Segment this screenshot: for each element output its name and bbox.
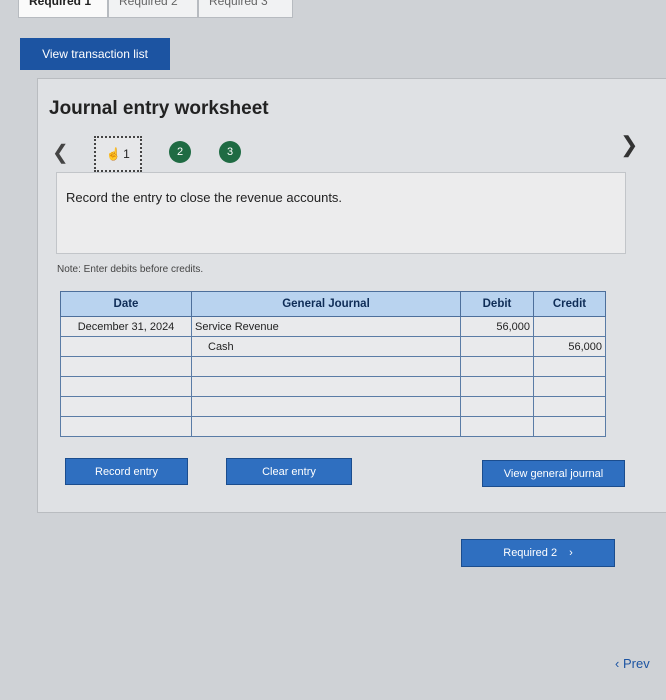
table-row <box>60 376 606 397</box>
table-row: Cash 56,000 <box>60 336 606 357</box>
view-transaction-list-button[interactable]: View transaction list <box>20 38 170 70</box>
tab-label: Required 2 <box>119 0 178 8</box>
debit-header: Debit <box>460 291 534 317</box>
date-cell[interactable]: December 31, 2024 <box>60 316 192 337</box>
credit-cell[interactable] <box>533 416 606 437</box>
credit-cell[interactable] <box>533 316 606 337</box>
account-cell[interactable]: Cash <box>191 336 461 357</box>
chevron-left-icon[interactable]: ❮ <box>52 140 69 165</box>
account-cell[interactable] <box>191 416 461 437</box>
table-row <box>60 396 606 417</box>
debit-cell[interactable] <box>460 376 534 397</box>
debit-cell[interactable] <box>460 336 534 357</box>
hand-cursor-icon: ☝ <box>106 147 122 161</box>
tab-required-1[interactable]: Required 1 <box>18 0 108 18</box>
credit-header: Credit <box>533 291 606 317</box>
tab-bar: Required 1 Required 2 Required 3 <box>0 0 666 20</box>
chevron-left-icon: ‹ <box>615 656 620 671</box>
table-row <box>60 356 606 377</box>
clear-entry-button[interactable]: Clear entry <box>226 458 352 485</box>
tab-label: Required 1 <box>29 0 92 8</box>
credit-cell[interactable] <box>533 356 606 377</box>
table-header-row: Date General Journal Debit Credit <box>60 291 606 317</box>
debit-cell[interactable]: 56,000 <box>460 316 534 337</box>
debit-cell[interactable] <box>460 416 534 437</box>
tab-label: Required 3 <box>209 0 268 8</box>
entry-description: Record the entry to close the revenue ac… <box>66 190 343 205</box>
chevron-right-icon: › <box>569 547 573 559</box>
account-cell[interactable] <box>191 356 461 377</box>
required-2-button[interactable]: Required 2 › <box>461 539 615 567</box>
credit-cell[interactable] <box>533 376 606 397</box>
worksheet-title: Journal entry worksheet <box>49 98 269 119</box>
credit-cell[interactable] <box>533 396 606 417</box>
record-entry-button[interactable]: Record entry <box>65 458 188 485</box>
credit-cell[interactable]: 56,000 <box>533 336 606 357</box>
note-text: Note: Enter debits before credits. <box>57 264 204 275</box>
date-cell[interactable] <box>60 376 192 397</box>
prev-link[interactable]: ‹ Prev <box>615 656 650 671</box>
date-cell[interactable] <box>60 356 192 377</box>
chevron-right-icon[interactable]: ❯ <box>620 132 638 158</box>
journal-table: Date General Journal Debit Credit Decemb… <box>60 291 606 437</box>
date-header: Date <box>60 291 192 317</box>
view-general-journal-button[interactable]: View general journal <box>482 460 625 487</box>
step-label: 1 <box>123 147 130 161</box>
date-cell[interactable] <box>60 416 192 437</box>
account-cell[interactable] <box>191 396 461 417</box>
step-label: 2 <box>176 146 184 158</box>
general-journal-header: General Journal <box>191 291 461 317</box>
debit-cell[interactable] <box>460 396 534 417</box>
description-box <box>56 172 626 254</box>
debit-cell[interactable] <box>460 356 534 377</box>
account-cell[interactable] <box>191 376 461 397</box>
required-2-label: Required 2 <box>503 547 558 559</box>
table-row: December 31, 2024 Service Revenue 56,000 <box>60 316 606 337</box>
tab-required-2[interactable]: Required 2 <box>108 0 198 18</box>
date-cell[interactable] <box>60 396 192 417</box>
step-2-button[interactable]: 2 <box>169 141 191 163</box>
step-label: 3 <box>226 146 234 158</box>
tab-required-3[interactable]: Required 3 <box>198 0 293 18</box>
date-cell[interactable] <box>60 336 192 357</box>
step-1-button[interactable]: ☝ 1 <box>94 136 142 172</box>
step-3-button[interactable]: 3 <box>219 141 241 163</box>
account-cell[interactable]: Service Revenue <box>191 316 461 337</box>
table-row <box>60 416 606 437</box>
prev-label: Prev <box>622 656 650 671</box>
